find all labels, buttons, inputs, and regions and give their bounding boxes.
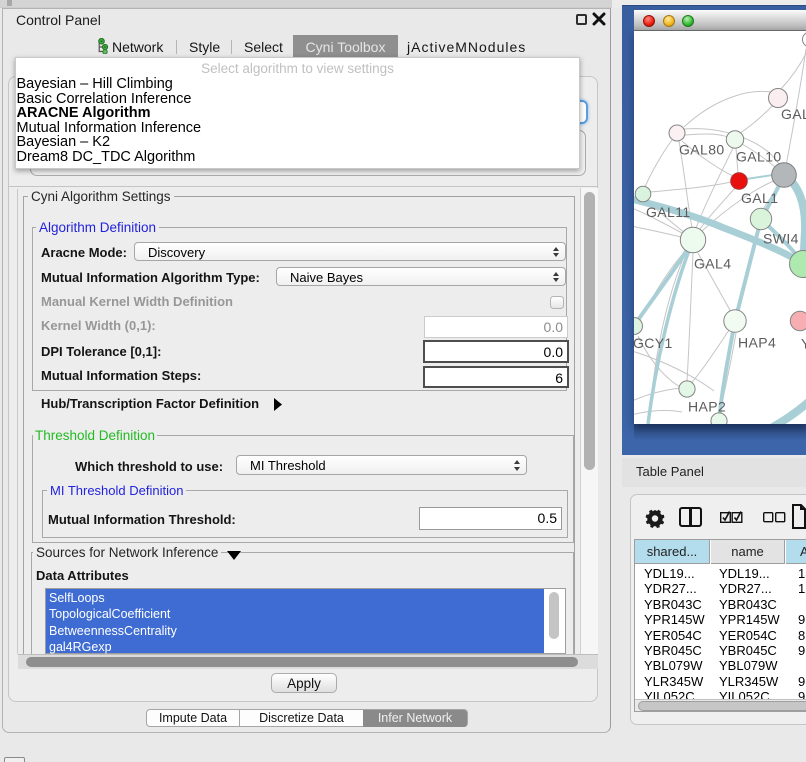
svg-text:GAL10: GAL10 (736, 149, 782, 165)
svg-text:SWI4: SWI4 (763, 231, 799, 247)
svg-text:GAL1: GAL1 (741, 190, 778, 206)
svg-text:GAL4: GAL4 (694, 256, 731, 272)
svg-text:GAL80: GAL80 (679, 142, 725, 158)
svg-text:GAL: GAL (781, 106, 806, 122)
svg-text:GCY1: GCY1 (634, 335, 673, 351)
svg-text:HAP2: HAP2 (688, 399, 726, 415)
svg-text:Y: Y (801, 336, 806, 352)
svg-text:HAP4: HAP4 (738, 335, 776, 351)
svg-text:GAL11: GAL11 (646, 204, 691, 220)
